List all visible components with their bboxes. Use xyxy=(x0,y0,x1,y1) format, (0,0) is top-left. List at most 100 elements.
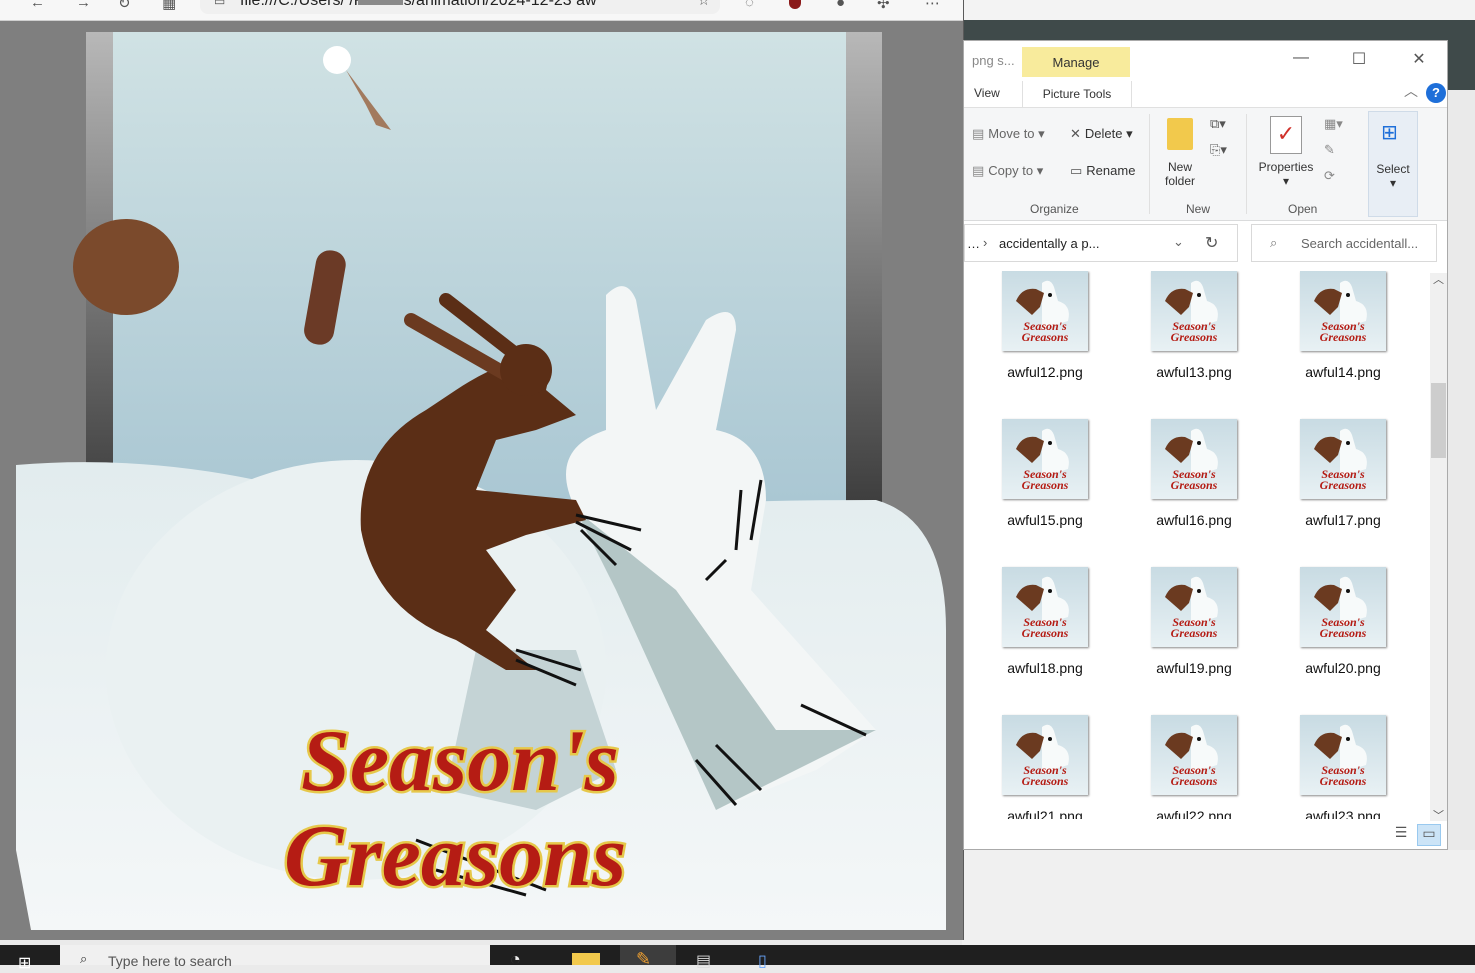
maximize-icon[interactable]: ☐ xyxy=(1344,49,1374,69)
thumbnail-caption: Season's Greasons xyxy=(1021,615,1069,640)
path-folder[interactable]: accidentally a p... xyxy=(999,236,1099,251)
file-name: awful21.png xyxy=(1007,808,1083,819)
file-item[interactable]: Season's Greasons awful15.png xyxy=(966,419,1106,567)
tab-picture-tools[interactable]: Picture Tools xyxy=(1022,81,1132,107)
taskbar-app-document[interactable]: ▯ xyxy=(740,945,796,970)
delete-button[interactable]: ✕ Delete ▾ xyxy=(1070,126,1133,142)
forward-icon[interactable]: → xyxy=(76,0,91,11)
ribbon-collapse-icon[interactable]: ︿ xyxy=(1404,81,1418,101)
select-grid-icon: ⊞ xyxy=(1381,122,1398,144)
rename-label: Rename xyxy=(1086,163,1136,178)
tab-manage[interactable]: Manage xyxy=(1022,47,1130,77)
minimize-icon[interactable]: — xyxy=(1286,49,1316,67)
move-to-button[interactable]: ▤ Move to ▾ xyxy=(972,126,1045,142)
thumbnail-caption: Season's Greasons xyxy=(1021,763,1069,788)
scroll-down-icon[interactable]: ﹀ xyxy=(1433,807,1444,823)
menu-icon[interactable]: ⋯ xyxy=(925,0,940,12)
displayed-image: Season's Greasons xyxy=(16,32,946,930)
move-to-label: Move to xyxy=(988,126,1035,141)
new-folder-button[interactable]: New folder xyxy=(1160,160,1200,188)
taskbar-search-text: Type here to search xyxy=(108,953,232,969)
file-item[interactable]: Season's Greasons awful21.png xyxy=(966,715,1106,819)
back-icon[interactable]: ← xyxy=(30,0,45,11)
new-folder-icon[interactable] xyxy=(1167,118,1193,150)
properties-label: Properties xyxy=(1258,160,1314,174)
scroll-up-icon[interactable]: ︿ xyxy=(1433,271,1444,287)
file-name: awful16.png xyxy=(1156,512,1232,528)
file-thumbnail: Season's Greasons xyxy=(1002,715,1088,795)
search-input[interactable]: ⌕ Search accidentall... xyxy=(1251,224,1437,262)
taskbar-app-explorer[interactable] xyxy=(560,945,616,965)
open-icon[interactable]: ▦▾ xyxy=(1324,116,1343,132)
address-path[interactable]: … › accidentally a p... ⌄ ↻ xyxy=(964,224,1238,262)
taskbar-app-chrome[interactable]: ◔ xyxy=(496,945,552,969)
path-overflow[interactable]: … xyxy=(967,236,980,251)
history-icon[interactable]: ⟳ xyxy=(1324,168,1335,184)
properties-icon[interactable]: ✓ xyxy=(1270,116,1302,154)
windows-start-icon[interactable]: ⊞ xyxy=(18,953,31,973)
properties-button[interactable]: Properties ▾ xyxy=(1252,160,1320,188)
desktop-background-bottom xyxy=(962,850,1475,945)
file-item[interactable]: Season's Greasons awful16.png xyxy=(1115,419,1255,567)
extension-icon[interactable]: ◌ xyxy=(745,0,754,11)
new-item-icon[interactable]: ⧉▾ xyxy=(1210,116,1226,132)
notepad-icon: ▤ xyxy=(696,953,712,970)
details-view-icon[interactable]: ☰ xyxy=(1389,824,1413,846)
taskbar-app-notepad[interactable]: ▤ xyxy=(680,945,736,970)
copy-to-button[interactable]: ▤ Copy to ▾ xyxy=(972,163,1043,179)
refresh-icon[interactable]: ↻ xyxy=(1205,233,1218,253)
thumbnail-caption: Season's Greasons xyxy=(1319,467,1367,492)
poster-title-line2: Greasons xyxy=(284,808,626,905)
taskbar: ⊞ ⌕ Type here to search ◔ ✎ ▤ ▯ xyxy=(0,945,1475,972)
file-thumbnail: Season's Greasons xyxy=(1300,567,1386,647)
tabs-icon[interactable]: ▦ xyxy=(162,0,176,12)
rename-button[interactable]: ▭ Rename xyxy=(1070,163,1135,179)
ribbon-separator xyxy=(1149,114,1150,214)
address-bar[interactable]: ▭ file:///C:/Users/ /Pictures/animation/… xyxy=(200,0,720,14)
file-item[interactable]: Season's Greasons awful17.png xyxy=(1264,419,1404,567)
file-item[interactable]: Season's Greasons awful22.png xyxy=(1115,715,1255,819)
tab-view[interactable]: View xyxy=(974,86,1000,100)
taskbar-search[interactable]: ⌕ Type here to search xyxy=(60,945,490,969)
easy-access-icon[interactable]: ⎘▾ xyxy=(1210,142,1227,158)
select-button[interactable]: ⊞ Select ▾ xyxy=(1368,111,1418,217)
file-thumbnail: Season's Greasons xyxy=(1002,567,1088,647)
file-item[interactable]: Season's Greasons awful19.png xyxy=(1115,567,1255,715)
scrollbar-thumb[interactable] xyxy=(1431,383,1446,458)
help-icon[interactable]: ? xyxy=(1426,83,1446,103)
thumbnail-caption: Season's Greasons xyxy=(1319,615,1367,640)
file-name: awful20.png xyxy=(1305,660,1381,676)
close-icon[interactable]: ✕ xyxy=(1404,49,1434,69)
refresh-icon[interactable]: ↻ xyxy=(118,0,131,12)
large-icons-view-icon[interactable]: ▭ xyxy=(1417,824,1441,846)
file-item[interactable]: Season's Greasons awful14.png xyxy=(1264,271,1404,419)
profile-icon[interactable]: ● xyxy=(836,0,845,11)
taskbar-app-paint[interactable]: ✎ xyxy=(620,945,676,969)
shield-icon[interactable] xyxy=(789,0,801,9)
browser-toolbar: ← → ↻ ▦ ▭ file:///C:/Users/ /Pictures/an… xyxy=(0,0,963,21)
file-item[interactable]: Season's Greasons awful23.png xyxy=(1264,715,1404,819)
extensions-puzzle-icon[interactable]: ✣ xyxy=(877,0,890,12)
file-item[interactable]: Season's Greasons awful13.png xyxy=(1115,271,1255,419)
file-thumbnail: Season's Greasons xyxy=(1300,271,1386,351)
vertical-scrollbar[interactable]: ︿ ﹀ xyxy=(1430,271,1447,823)
file-thumbnail: Season's Greasons xyxy=(1151,567,1237,647)
folder-icon xyxy=(572,953,600,965)
delete-label: Delete xyxy=(1084,126,1123,141)
paint-icon: ✎ xyxy=(636,949,652,969)
file-item[interactable]: Season's Greasons awful12.png xyxy=(966,271,1106,419)
thumbnail-caption: Season's Greasons xyxy=(1170,319,1218,344)
file-item[interactable]: Season's Greasons awful20.png xyxy=(1264,567,1404,715)
address-text: file:///C:/Users/ /Pictures/animation/20… xyxy=(240,0,597,9)
bookmark-star-icon[interactable]: ☆ xyxy=(697,0,710,9)
chevron-down-icon[interactable]: ⌄ xyxy=(1173,234,1184,250)
thumbnail-caption: Season's Greasons xyxy=(1319,763,1367,788)
file-thumbnail: Season's Greasons xyxy=(1151,715,1237,795)
edit-icon[interactable]: ✎ xyxy=(1324,142,1335,158)
file-thumbnail: Season's Greasons xyxy=(1151,271,1237,351)
delete-x-icon: ✕ xyxy=(1070,126,1081,141)
file-item[interactable]: Season's Greasons awful18.png xyxy=(966,567,1106,715)
chevron-right-icon: › xyxy=(983,235,988,250)
file-name: awful22.png xyxy=(1156,808,1232,819)
group-new: New xyxy=(1186,202,1211,216)
